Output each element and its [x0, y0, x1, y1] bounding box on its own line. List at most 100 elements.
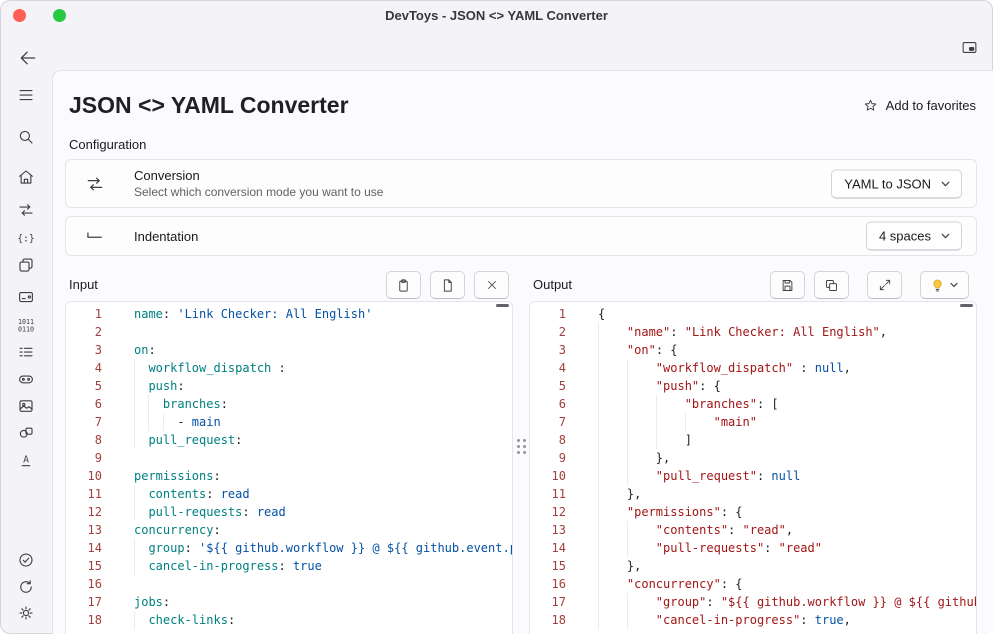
save-button[interactable]	[770, 271, 805, 299]
sidebar-item-number-base[interactable]: 1011 0110	[13, 312, 39, 338]
indent-guide	[627, 611, 628, 629]
indent-guide	[598, 521, 599, 539]
open-file-button[interactable]	[430, 271, 465, 299]
converters-icon	[17, 201, 35, 219]
input-code[interactable]: name: 'Link Checker: All English'on: wor…	[110, 302, 512, 634]
generators-icon	[17, 288, 35, 306]
indent-guide	[656, 395, 657, 413]
input-scrollbar-thumb[interactable]	[496, 304, 509, 307]
clear-input-button[interactable]	[474, 271, 509, 299]
paste-button[interactable]	[386, 271, 421, 299]
code-line: workflow_dispatch :	[134, 359, 512, 377]
sidebar-item-text-tools[interactable]	[13, 339, 39, 365]
sidebar-item-graphic-tools[interactable]	[13, 393, 39, 419]
chevron-down-icon	[940, 178, 951, 189]
code-line: contents: read	[134, 485, 512, 503]
indent-guide	[656, 431, 657, 449]
code-line	[134, 575, 512, 593]
indent-guide	[598, 503, 599, 521]
line-number: 13	[66, 521, 102, 539]
sidebar-item-formatters[interactable]	[13, 252, 39, 278]
settings-button[interactable]	[13, 600, 39, 626]
output-code[interactable]: { "name": "Link Checker: All English", "…	[574, 302, 976, 634]
conversion-title: Conversion	[134, 168, 383, 183]
sidebar-item-font-tools[interactable]: A	[13, 447, 39, 473]
copy-button[interactable]	[814, 271, 849, 299]
smart-detection-button[interactable]	[920, 271, 969, 299]
file-icon	[440, 278, 455, 293]
indent-guide	[598, 323, 599, 341]
line-number: 1	[66, 305, 102, 323]
line-number: 10	[530, 467, 566, 485]
code-line: },	[598, 449, 976, 467]
text-list-icon	[17, 343, 35, 361]
line-number: 6	[530, 395, 566, 413]
line-number: 7	[66, 413, 102, 431]
copy-icon	[824, 278, 839, 293]
indent-guide	[134, 539, 135, 557]
indent-guide	[134, 431, 135, 449]
search-icon	[17, 128, 35, 146]
sidebar-item-all-tools[interactable]	[13, 164, 39, 190]
code-line: check-links:	[134, 611, 512, 629]
refresh-icon	[17, 578, 35, 596]
close-button[interactable]	[13, 9, 26, 22]
encoders-icon: {:}	[17, 229, 35, 247]
shapes-icon	[17, 424, 35, 442]
expand-button[interactable]	[867, 271, 902, 299]
input-editor[interactable]: 123456789101112131415161718 name: 'Link …	[65, 301, 513, 634]
line-number: 7	[530, 413, 566, 431]
code-line: "on": {	[598, 341, 976, 359]
sidebar-item-testers[interactable]	[13, 366, 39, 392]
indent-guide	[627, 377, 628, 395]
indent-guide	[627, 413, 628, 431]
indent-guide	[134, 557, 135, 575]
indent-guide	[627, 431, 628, 449]
indent-guide	[598, 377, 599, 395]
back-button[interactable]	[15, 45, 41, 71]
indent-guide	[598, 485, 599, 503]
code-line: "permissions": {	[598, 503, 976, 521]
account-button[interactable]	[13, 547, 39, 573]
sidebar-item-shapes-tools[interactable]	[13, 420, 39, 446]
panel-resize-handle[interactable]	[517, 439, 526, 454]
zoom-button[interactable]	[53, 9, 66, 22]
page-title: JSON <> YAML Converter	[69, 92, 349, 119]
svg-text:A: A	[23, 455, 29, 466]
paste-clipboard-icon	[396, 278, 411, 293]
search-button[interactable]	[13, 124, 39, 150]
add-to-favorites-button[interactable]: Add to favorites	[863, 98, 976, 113]
chevron-down-icon	[940, 231, 951, 242]
code-line: "workflow_dispatch" : null,	[598, 359, 976, 377]
compact-overlay-button[interactable]	[957, 36, 981, 58]
indent-guide	[598, 593, 599, 611]
indentation-title: Indentation	[134, 229, 198, 244]
conversion-mode-dropdown[interactable]: YAML to JSON	[831, 169, 962, 198]
star-icon	[863, 98, 878, 113]
indent-guide	[134, 377, 135, 395]
output-scrollbar-thumb[interactable]	[960, 304, 973, 307]
indentation-dropdown[interactable]: 4 spaces	[866, 222, 962, 251]
code-line: name: 'Link Checker: All English'	[134, 305, 512, 323]
home-icon	[17, 168, 35, 186]
indent-guide	[627, 449, 628, 467]
update-button[interactable]	[13, 574, 39, 600]
expand-icon	[878, 278, 892, 292]
indent-guide	[627, 395, 628, 413]
line-number: 2	[66, 323, 102, 341]
sidebar-item-converters[interactable]	[13, 197, 39, 223]
lightbulb-icon	[930, 278, 945, 293]
indent-guide	[627, 521, 628, 539]
conversion-mode-value: YAML to JSON	[844, 176, 931, 191]
output-editor[interactable]: 123456789101112131415161718 { "name": "L…	[529, 301, 977, 634]
code-line: "group": "${{ github.workflow }} @ ${{ g…	[598, 593, 976, 611]
line-number: 11	[66, 485, 102, 503]
svg-text:{:}: {:}	[17, 233, 35, 244]
swap-arrows-icon	[85, 174, 105, 194]
configuration-label: Configuration	[69, 137, 146, 152]
menu-button[interactable]	[13, 82, 39, 108]
compact-overlay-icon	[961, 39, 978, 56]
sidebar-item-encoders-decoders[interactable]: {:}	[13, 225, 39, 251]
code-line: pull_request:	[134, 431, 512, 449]
sidebar-item-generators[interactable]	[13, 284, 39, 310]
